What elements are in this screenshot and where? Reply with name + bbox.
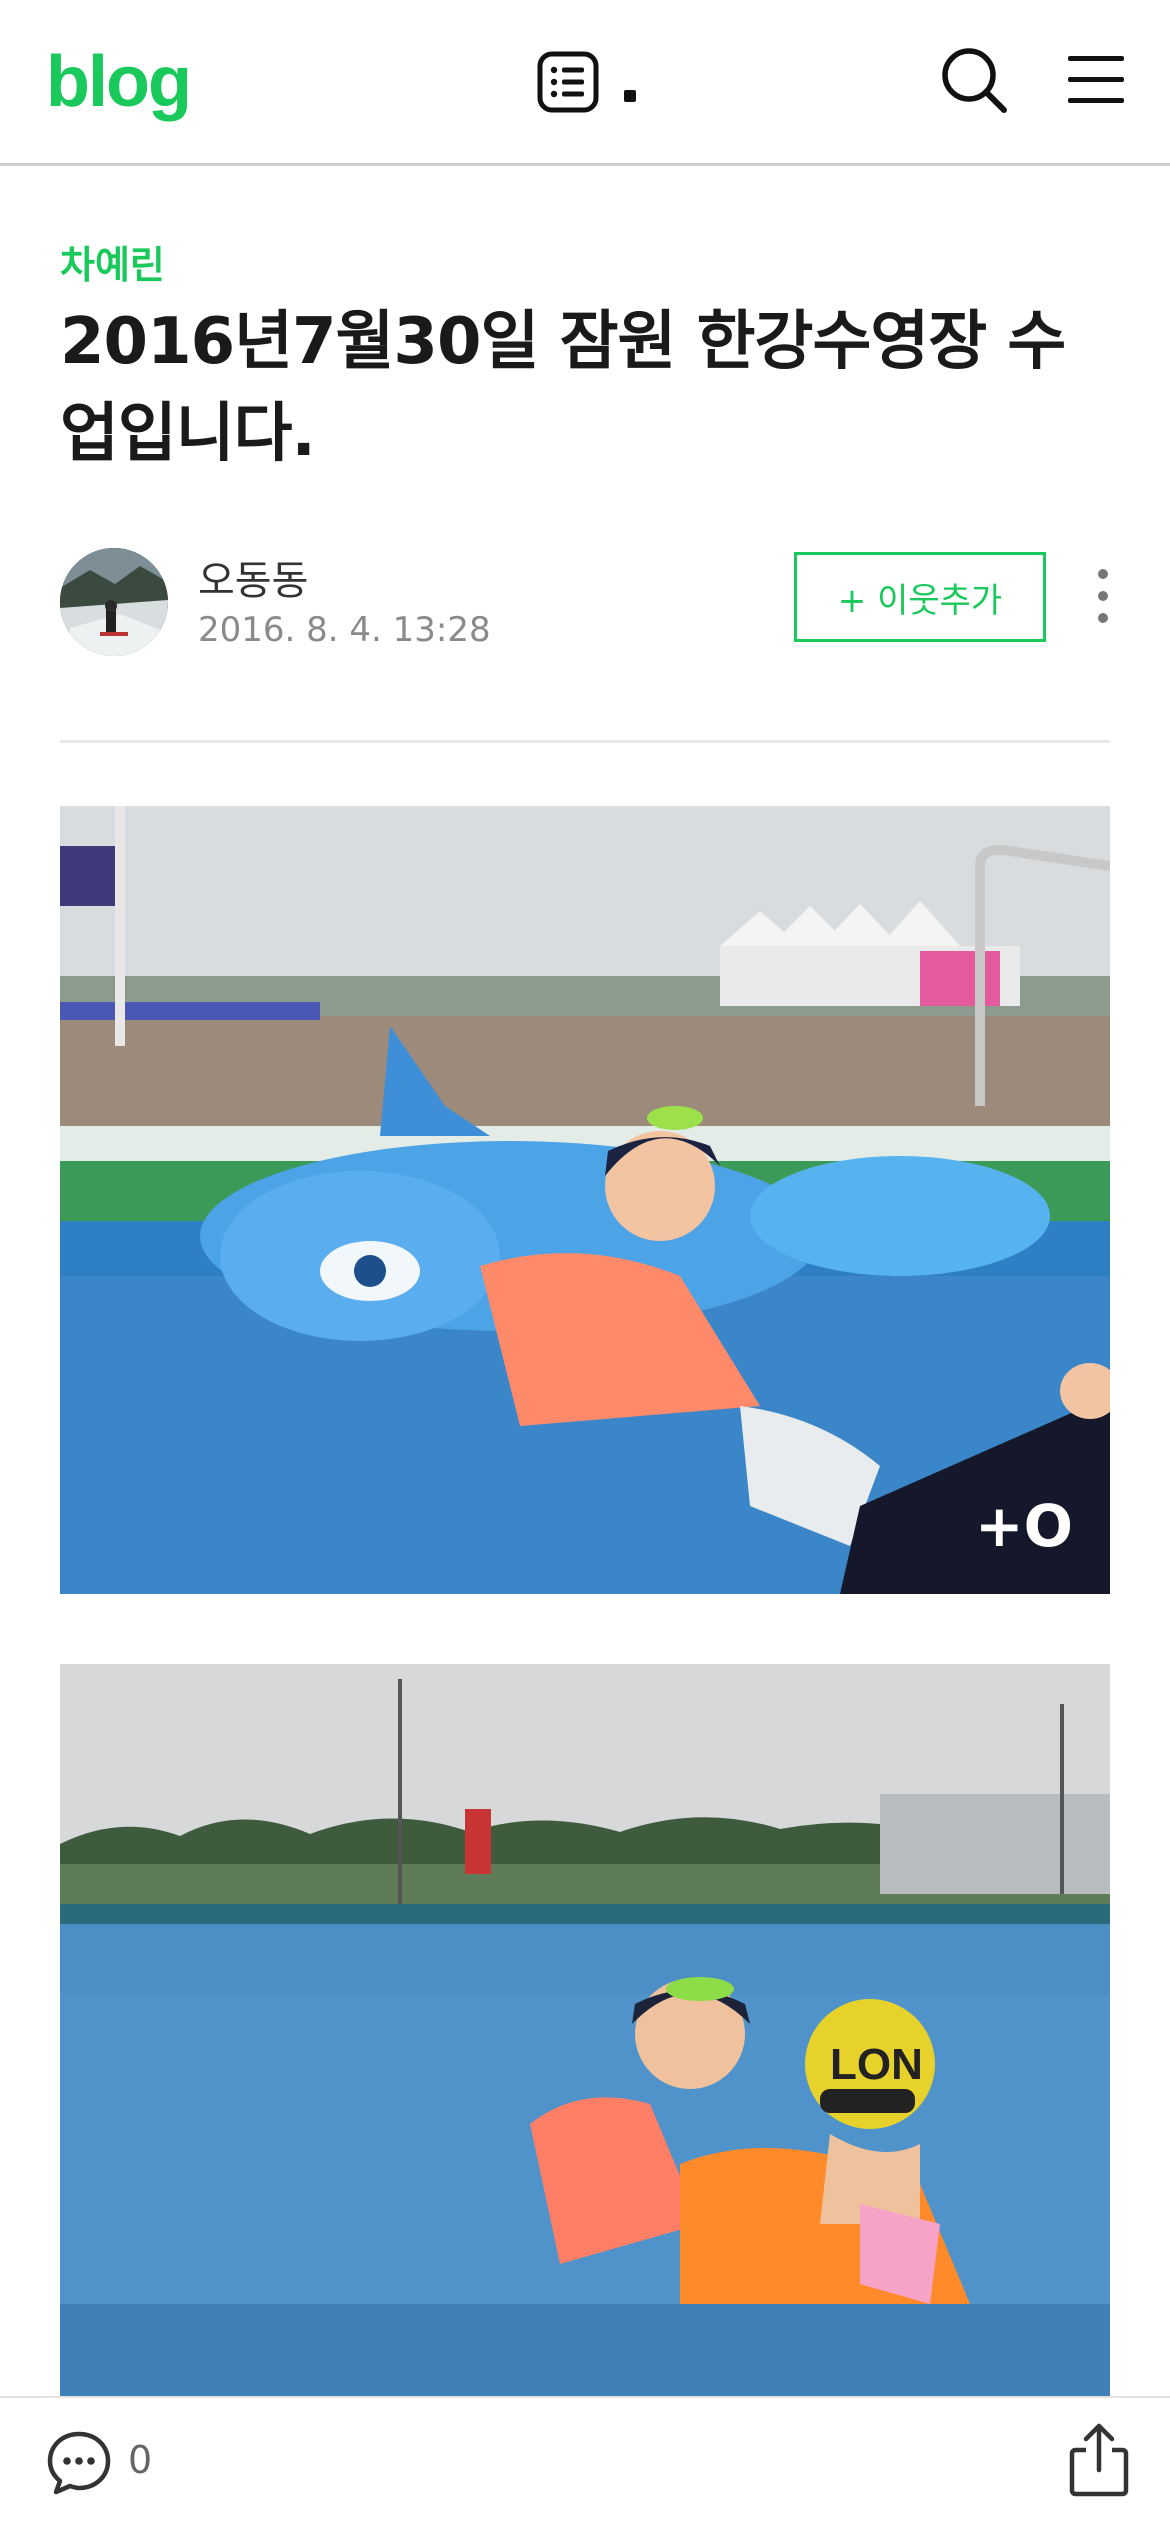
list-icon	[537, 51, 599, 113]
author-avatar[interactable]	[60, 548, 168, 656]
post-photo-1[interactable]: +O	[60, 806, 1110, 1594]
share-button[interactable]	[1066, 2420, 1132, 2500]
blog-logo[interactable]: blog	[46, 42, 192, 122]
top-header: blog	[0, 0, 1170, 166]
svg-text:LON: LON	[830, 2040, 923, 2089]
search-button[interactable]	[938, 44, 1010, 116]
photo-pool-kids: LON	[60, 1664, 1110, 2396]
post-list-button[interactable]	[534, 48, 602, 116]
post-category[interactable]: 차예린	[60, 234, 165, 289]
add-neighbor-button[interactable]: + 이웃추가	[794, 552, 1046, 642]
post-title: 2016년7월30일 잠원 한강수영장 수업입니다.	[60, 305, 1066, 471]
avatar-image	[60, 548, 168, 656]
more-vertical-icon	[1098, 569, 1108, 623]
blog-post-page: blog 차예린 2016년7월30일 잠원 한강수영장 수업입니다. 오동동 …	[0, 0, 1170, 2532]
photo-pool-whale: +O	[60, 806, 1110, 1594]
post-date: 2016. 8. 4. 13:28	[198, 610, 491, 650]
share-icon	[1069, 2423, 1129, 2497]
more-options-button[interactable]	[1086, 566, 1120, 626]
comment-icon	[47, 2431, 111, 2495]
bottom-action-bar: 0	[0, 2396, 1170, 2532]
svg-text:+O: +O	[975, 1492, 1073, 1560]
author-name[interactable]: 오동동	[198, 548, 308, 606]
menu-button[interactable]	[1066, 50, 1126, 110]
comment-button[interactable]	[44, 2428, 114, 2498]
search-icon	[942, 48, 1007, 113]
header-divider	[60, 740, 1110, 743]
hamburger-menu-icon	[1068, 56, 1124, 103]
post-photo-2[interactable]: LON	[60, 1664, 1110, 2396]
comment-count: 0	[128, 2438, 153, 2482]
blog-name-dot	[624, 90, 636, 102]
